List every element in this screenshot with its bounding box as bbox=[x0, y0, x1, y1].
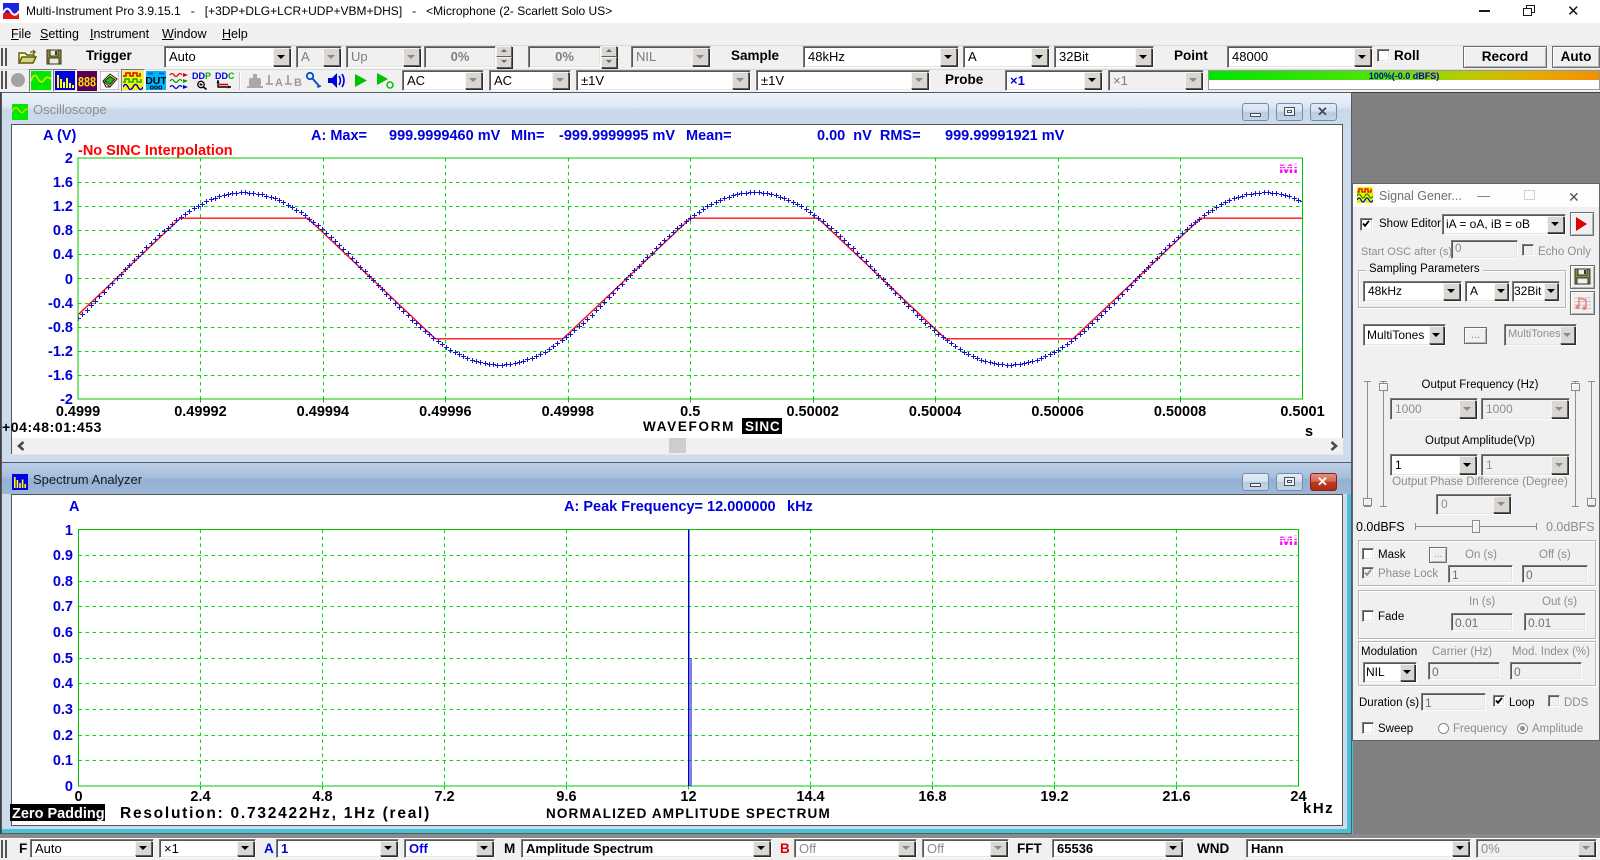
svg-text:888: 888 bbox=[78, 74, 96, 90]
svg-text:P: P bbox=[205, 71, 211, 81]
svg-text:B: B bbox=[294, 77, 302, 89]
svg-text:Mi: Mi bbox=[1279, 161, 1298, 174]
svg-text:DD: DD bbox=[192, 71, 205, 81]
svg-text:Mi: Mi bbox=[1279, 533, 1298, 546]
svg-text:A: A bbox=[275, 77, 283, 89]
svg-text:C: C bbox=[228, 71, 235, 81]
svg-text:ooo: ooo bbox=[150, 85, 163, 91]
svg-text:DD: DD bbox=[215, 71, 228, 81]
